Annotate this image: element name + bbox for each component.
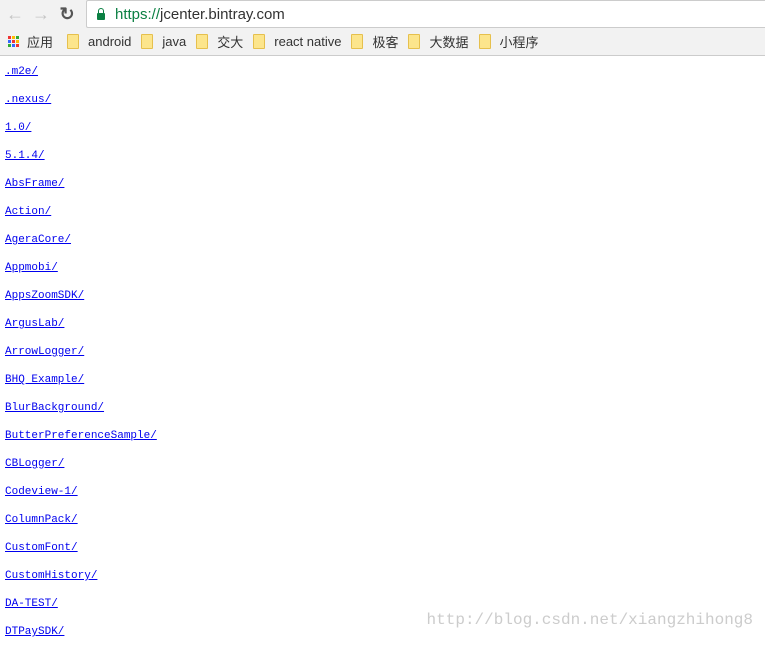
directory-link[interactable]: ArgusLab/ bbox=[5, 310, 64, 338]
directory-link[interactable]: Codeview-1/ bbox=[5, 478, 78, 506]
directory-link[interactable]: AppsZoomSDK/ bbox=[5, 282, 84, 310]
directory-link[interactable]: BHQ Example/ bbox=[5, 366, 84, 394]
directory-link[interactable]: DTPaySDK/ bbox=[5, 618, 64, 646]
directory-link[interactable]: Action/ bbox=[5, 198, 51, 226]
bookmark-folder[interactable]: android bbox=[67, 32, 131, 51]
bookmark-label: 交大 bbox=[217, 35, 244, 50]
reload-icon[interactable]: ↻ bbox=[56, 4, 78, 25]
bookmark-folder[interactable]: java bbox=[141, 32, 186, 51]
folder-icon bbox=[478, 34, 491, 49]
directory-link[interactable]: ArrowLogger/ bbox=[5, 338, 84, 366]
bookmark-label: android bbox=[88, 34, 132, 49]
lock-icon bbox=[97, 7, 105, 20]
folder-icon bbox=[196, 34, 209, 49]
directory-link[interactable]: CustomHistory/ bbox=[5, 562, 97, 590]
directory-link[interactable]: Appmobi/ bbox=[5, 254, 58, 282]
directory-link[interactable]: AbsFrame/ bbox=[5, 170, 64, 198]
folder-icon bbox=[351, 34, 364, 49]
directory-link[interactable]: .nexus/ bbox=[5, 86, 51, 114]
folder-icon bbox=[253, 34, 266, 49]
folder-icon bbox=[67, 34, 80, 49]
directory-link[interactable]: 5.1.4/ bbox=[5, 142, 45, 170]
bookmark-folder[interactable]: 交大 bbox=[196, 32, 243, 51]
address-bar[interactable]: https://jcenter.bintray.com bbox=[86, 0, 765, 28]
directory-listing: .m2e/.nexus/1.0/5.1.4/AbsFrame/Action/Ag… bbox=[0, 58, 765, 646]
directory-link[interactable]: DA-TEST/ bbox=[5, 590, 58, 618]
directory-link[interactable]: ButterPreferenceSample/ bbox=[5, 422, 157, 450]
directory-link[interactable]: CustomFont/ bbox=[5, 534, 78, 562]
bookmark-label: java bbox=[162, 34, 187, 49]
directory-link[interactable]: AgeraCore/ bbox=[5, 226, 71, 254]
apps-grid-icon[interactable] bbox=[8, 36, 19, 47]
bookmark-apps[interactable]: 应用 bbox=[27, 32, 53, 51]
bookmark-label: 极客 bbox=[372, 35, 399, 50]
watermark: http://blog.csdn.net/xiangzhihong8 bbox=[426, 611, 753, 629]
back-icon[interactable]: ← bbox=[4, 4, 26, 25]
browser-toolbar: ← → ↻ https://jcenter.bintray.com bbox=[0, 0, 765, 28]
bookmark-label: 大数据 bbox=[429, 35, 469, 50]
url-host: jcenter.bintray.com bbox=[160, 5, 285, 23]
folder-icon bbox=[408, 34, 421, 49]
bookmark-folder[interactable]: 小程序 bbox=[478, 32, 539, 51]
forward-icon[interactable]: → bbox=[30, 4, 52, 25]
directory-link[interactable]: CBLogger/ bbox=[5, 450, 64, 478]
bookmark-folder[interactable]: react native bbox=[253, 32, 341, 51]
bookmark-label: react native bbox=[274, 34, 342, 49]
bookmark-label: 小程序 bbox=[499, 35, 539, 50]
url-scheme: https:// bbox=[115, 5, 161, 23]
bookmark-folder[interactable]: 极客 bbox=[351, 32, 398, 51]
directory-link[interactable]: BlurBackground/ bbox=[5, 394, 104, 422]
directory-link[interactable]: ColumnPack/ bbox=[5, 506, 78, 534]
directory-link[interactable]: 1.0/ bbox=[5, 114, 31, 142]
bookmarks-bar: 应用 android java 交大 react native 极客 大数据 小程序 bbox=[0, 28, 765, 56]
bookmark-folder[interactable]: 大数据 bbox=[408, 32, 469, 51]
folder-icon bbox=[141, 34, 154, 49]
directory-link[interactable]: .m2e/ bbox=[5, 58, 38, 86]
